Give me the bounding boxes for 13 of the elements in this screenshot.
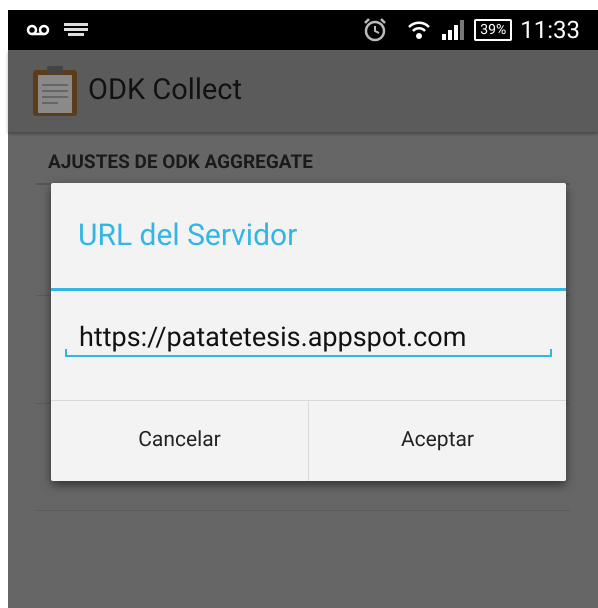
dialog-title: URL del Servidor (78, 217, 298, 255)
signal-icon (442, 20, 464, 40)
alarm-clock-icon (362, 17, 388, 43)
keyboard-icon (64, 23, 88, 37)
voicemail-icon (26, 24, 50, 36)
url-input-field[interactable]: https://patatetesis.appspot.com (65, 315, 552, 357)
battery-indicator: 39% (474, 19, 512, 41)
wifi-icon (408, 20, 430, 40)
dialog-button[interactable]: Aceptar (308, 401, 566, 481)
app-title: ODK Collect (88, 72, 242, 110)
clock-time: 11:33 (520, 18, 580, 42)
clipboard-icon (32, 65, 78, 117)
dialog-button[interactable]: Cancelar (51, 401, 308, 481)
